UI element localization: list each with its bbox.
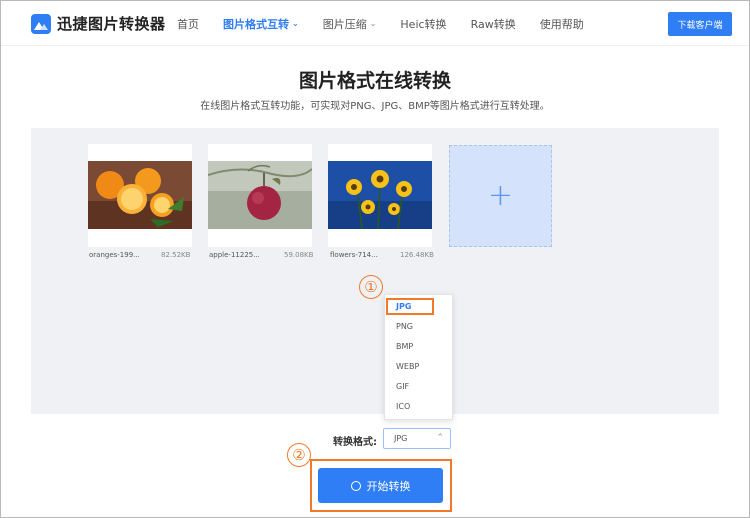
logo-image-icon: [31, 13, 51, 34]
file-name: apple-11225...: [209, 251, 260, 259]
dropdown-option-webp[interactable]: WEBP: [396, 362, 419, 371]
nav-format-convert-label: 图片格式互转: [223, 17, 289, 31]
file-card-apple[interactable]: [208, 144, 312, 247]
logo[interactable]: 迅捷图片转换器: [31, 13, 166, 34]
step-2-marker: ②: [287, 443, 311, 467]
jpg-option-highlight: [386, 298, 434, 315]
file-card-flowers[interactable]: [328, 144, 432, 247]
nav-home-label: 首页: [177, 17, 199, 31]
file-size: 59.08KB: [284, 251, 314, 259]
flowers-thumbnail: [328, 161, 432, 229]
file-name: oranges-199...: [89, 251, 140, 259]
add-image-button[interactable]: +: [449, 145, 552, 247]
nav-raw-label: Raw转换: [470, 17, 516, 31]
nav-compress[interactable]: 图片压缩 ⌄: [323, 16, 377, 32]
top-header: 迅捷图片转换器 首页 图片格式互转 ⌄ 图片压缩 ⌄ Heic转换 Raw转换 使用…: [1, 1, 749, 46]
chevron-up-icon: ⌃: [436, 433, 444, 443]
chevron-down-icon: ⌄: [292, 19, 299, 28]
logo-text: 迅捷图片转换器: [57, 15, 166, 33]
nav-raw[interactable]: Raw转换: [471, 16, 516, 32]
nav-format-convert[interactable]: 图片格式互转 ⌄: [223, 16, 299, 32]
nav-heic-label: Heic转换: [400, 17, 447, 31]
main-nav: 首页 图片格式互转 ⌄ 图片压缩 ⌄ Heic转换 Raw转换 使用帮助: [177, 1, 608, 46]
step-1-marker: ①: [359, 275, 383, 299]
download-client-button[interactable]: 下载客户端: [668, 12, 732, 36]
format-select[interactable]: JPG ⌃: [383, 428, 451, 449]
dropdown-option-ico[interactable]: ICO: [396, 402, 410, 411]
oranges-thumbnail: [88, 161, 192, 229]
dropdown-option-gif[interactable]: GIF: [396, 382, 409, 391]
file-card-oranges[interactable]: [88, 144, 192, 247]
nav-compress-label: 图片压缩: [322, 17, 367, 31]
nav-help[interactable]: 使用帮助: [540, 16, 584, 32]
plus-icon: +: [487, 178, 514, 213]
page-title: 图片格式在线转换: [298, 70, 451, 92]
file-name: flowers-714...: [330, 251, 378, 259]
file-size: 82.52KB: [161, 251, 191, 259]
start-convert-button[interactable]: 开始转换: [318, 468, 443, 503]
apple-thumbnail: [208, 161, 312, 229]
dropdown-option-bmp[interactable]: BMP: [396, 342, 413, 351]
nav-heic[interactable]: Heic转换: [400, 16, 446, 32]
start-convert-label: 开始转换: [366, 479, 411, 493]
nav-help-label: 使用帮助: [539, 17, 584, 31]
circle-icon: [350, 480, 361, 491]
file-size: 126.48KB: [400, 251, 434, 259]
dropdown-option-png[interactable]: PNG: [396, 322, 413, 331]
nav-home[interactable]: 首页: [177, 16, 199, 32]
page-subtitle: 在线图片格式互转功能，可实现对PNG、JPG、BMP等图片格式进行互转处理。: [200, 101, 550, 112]
chevron-down-icon: ⌄: [369, 19, 377, 28]
format-select-value: JPG: [394, 434, 408, 443]
format-label: 转换格式:: [333, 437, 377, 448]
